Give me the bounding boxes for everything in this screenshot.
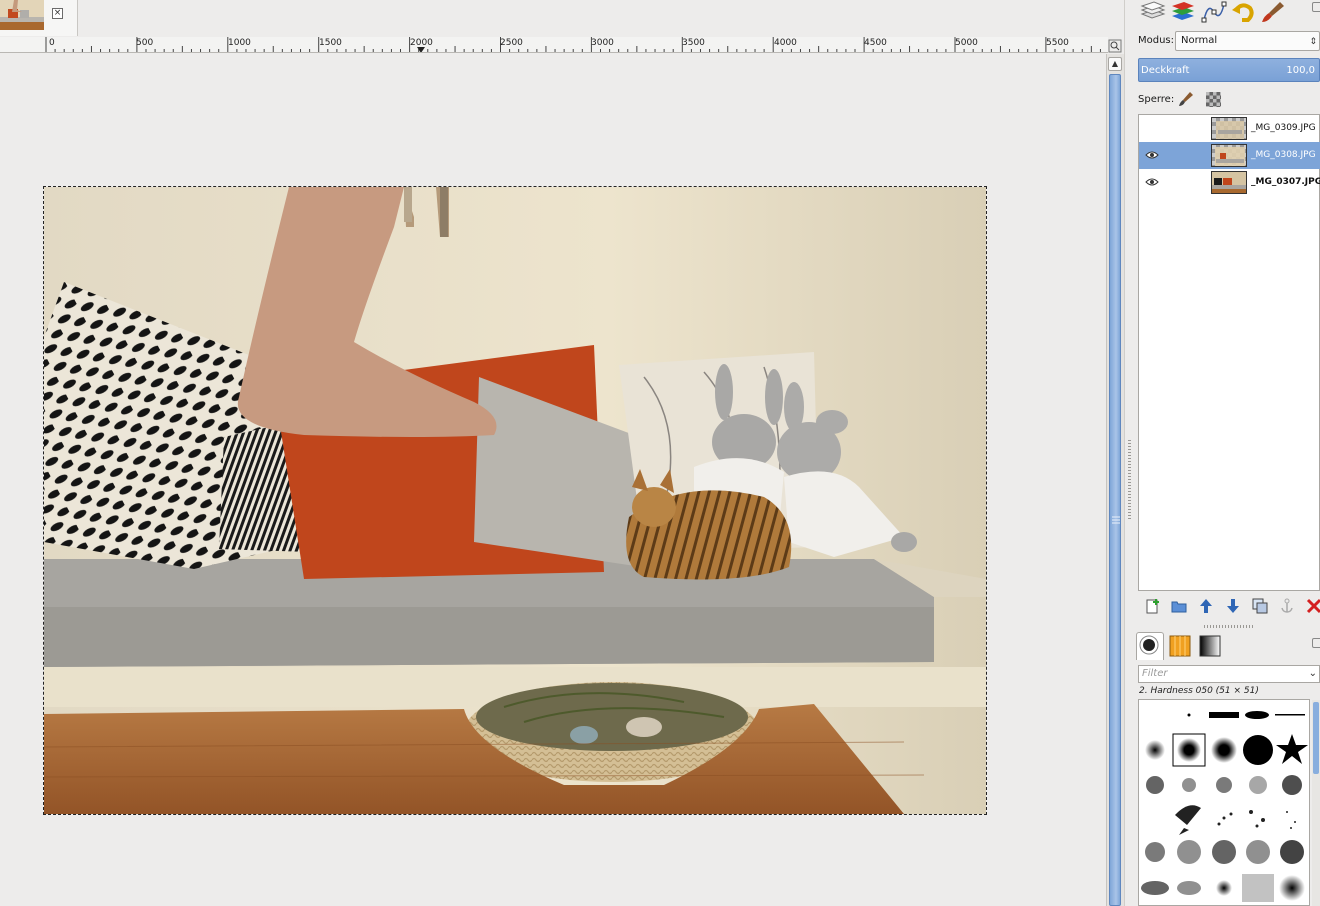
tab-gradients[interactable] — [1196, 632, 1224, 660]
divider-grip[interactable] — [1128, 440, 1131, 520]
new-layer-group-icon[interactable] — [1171, 598, 1187, 614]
layers-icon[interactable] — [1138, 0, 1168, 24]
dock-tab-bar — [1134, 0, 1320, 24]
close-icon[interactable]: × — [52, 8, 63, 19]
brush-tool-icon[interactable] — [1258, 0, 1288, 24]
brush-grid[interactable] — [1138, 699, 1310, 906]
spin-arrows-icon: ⇕ — [1309, 37, 1317, 47]
image-tab-strip: × — [0, 0, 1108, 36]
canvas-vertical-scrollbar[interactable]: ▲ — [1106, 54, 1124, 906]
ruler-label: 2500 — [500, 38, 523, 48]
dock-menu-icon[interactable] — [1312, 2, 1320, 12]
layer-mode-select[interactable]: Normal ⇕ — [1175, 31, 1320, 51]
eye-icon[interactable] — [1145, 149, 1159, 161]
tab-patterns[interactable] — [1166, 632, 1194, 660]
ruler-label: 1500 — [319, 38, 342, 48]
layer-thumbnail — [1211, 171, 1247, 194]
layer-thumbnail — [1211, 144, 1247, 167]
ruler-label: 4000 — [774, 38, 797, 48]
undo-history-icon[interactable] — [1228, 0, 1258, 24]
ruler-label: 0 — [49, 38, 55, 48]
layer-button-bar — [1138, 594, 1320, 618]
dock-separator-grip[interactable] — [1204, 625, 1254, 628]
brush-scroll-thumb[interactable] — [1313, 702, 1319, 774]
lock-pixels-brush-icon[interactable] — [1178, 91, 1194, 107]
horizontal-ruler[interactable]: 0 500 1000 1500 2000 2500 3000 3500 4000… — [0, 37, 1108, 53]
right-dock: Modus: Normal ⇕ Deckkraft 100,0 Sperre: — [1134, 0, 1320, 906]
pointer-position-marker-icon — [417, 47, 425, 52]
lock-alpha-checker-icon[interactable] — [1206, 92, 1221, 107]
opacity-label: Deckkraft — [1141, 65, 1190, 76]
layer-thumbnail — [1211, 117, 1247, 140]
image-tab-thumbnail — [0, 0, 44, 30]
tab-brushes[interactable] — [1136, 632, 1164, 660]
navigate-icon[interactable] — [1108, 39, 1122, 53]
brush-filter-input[interactable]: Filter ⌄ — [1138, 665, 1320, 683]
dock-menu-icon[interactable] — [1312, 638, 1320, 648]
raise-layer-icon[interactable] — [1198, 598, 1214, 614]
eye-icon[interactable] — [1145, 176, 1159, 188]
selected-brush-label: 2. Hardness 050 (51 × 51) — [1139, 686, 1259, 696]
opacity-slider[interactable]: Deckkraft 100,0 — [1138, 58, 1320, 82]
delete-layer-icon[interactable] — [1306, 598, 1320, 614]
ruler-label: 3500 — [682, 38, 705, 48]
layer-row[interactable]: _MG_0307.JPG — [1139, 169, 1320, 196]
anchor-icon[interactable] — [1279, 598, 1295, 614]
lock-row: Sperre: — [1134, 88, 1320, 110]
ruler-label: 4500 — [864, 38, 887, 48]
new-layer-icon[interactable] — [1144, 598, 1160, 614]
layer-name[interactable]: _MG_0309.JPG — [1251, 123, 1316, 133]
channels-icon[interactable] — [1168, 0, 1198, 24]
mode-label: Modus: — [1138, 35, 1175, 46]
layer-row-selected[interactable]: _MG_0308.JPG — [1139, 142, 1320, 169]
ruler-label: 3000 — [591, 38, 614, 48]
gimp-window: × 0 500 1000 1500 2000 2500 3000 3500 40… — [0, 0, 1320, 906]
ruler-label: 5500 — [1046, 38, 1069, 48]
lower-layer-icon[interactable] — [1225, 598, 1241, 614]
photo-image — [44, 187, 986, 814]
image-layer-boundary[interactable] — [43, 186, 987, 815]
ruler-label: 5000 — [955, 38, 978, 48]
layer-mode-row: Modus: Normal ⇕ — [1134, 30, 1320, 52]
mode-value: Normal — [1181, 35, 1218, 46]
ruler-label: 1000 — [228, 38, 251, 48]
chevron-down-icon[interactable]: ⌄ — [1309, 666, 1317, 682]
paths-icon[interactable] — [1198, 0, 1228, 24]
layer-row[interactable]: _MG_0309.JPG — [1139, 115, 1320, 142]
image-tab[interactable]: × — [0, 0, 78, 36]
scroll-up-icon[interactable]: ▲ — [1108, 57, 1122, 71]
pane-divider[interactable] — [1124, 0, 1134, 906]
canvas-scroll-thumb[interactable] — [1109, 74, 1121, 906]
opacity-value: 100,0 — [1286, 65, 1315, 76]
brushes-dock-tab-bar — [1134, 630, 1320, 660]
lock-label: Sperre: — [1138, 94, 1175, 105]
brush-scrollbar[interactable] — [1312, 700, 1320, 906]
image-canvas[interactable] — [0, 54, 1106, 906]
layer-name[interactable]: _MG_0307.JPG — [1251, 177, 1320, 187]
filter-placeholder: Filter — [1142, 668, 1168, 679]
layers-list[interactable]: _MG_0309.JPG _MG_0308.JPG _MG_0307.JPG — [1138, 114, 1320, 591]
layer-name[interactable]: _MG_0308.JPG — [1251, 150, 1316, 160]
ruler-label: 500 — [136, 38, 154, 48]
duplicate-layer-icon[interactable] — [1252, 598, 1268, 614]
